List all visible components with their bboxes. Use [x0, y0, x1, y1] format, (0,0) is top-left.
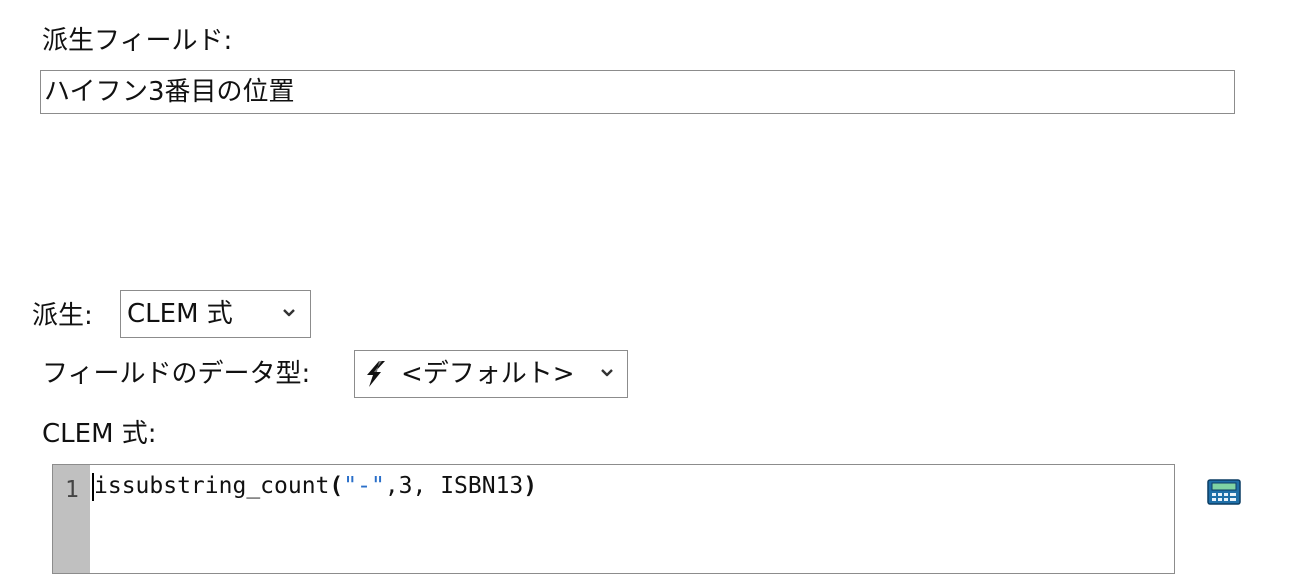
chevron-down-icon [601, 369, 613, 377]
derive-select[interactable]: CLEM 式 [120, 290, 311, 338]
calculator-icon [1207, 479, 1241, 505]
expression-code[interactable]: issubstring_count("-",3, ISBN13) [94, 471, 537, 501]
field-type-select-value: <デフォルト> [401, 359, 575, 389]
field-type-label: フィールドのデータ型: [42, 359, 311, 389]
code-close-paren: ) [523, 473, 538, 499]
code-string-literal: "-" [343, 473, 385, 499]
field-type-select[interactable]: <デフォルト> [354, 350, 628, 398]
derive-select-value: CLEM 式 [127, 299, 233, 329]
code-function: issubstring_count [94, 473, 330, 499]
expression-builder-button[interactable] [1207, 479, 1241, 505]
code-open-paren: ( [329, 473, 344, 499]
chevron-down-icon [283, 309, 295, 317]
expression-label: CLEM 式: [42, 419, 157, 449]
derived-field-label: 派生フィールド: [42, 26, 233, 56]
line-number: 1 [65, 477, 79, 503]
line-number-gutter: 1 [53, 465, 90, 573]
code-args: ,3, ISBN13 [384, 473, 524, 499]
lightning-icon [367, 361, 385, 387]
derive-label: 派生: [32, 301, 93, 331]
derived-field-input[interactable]: ハイフン3番目の位置 [40, 70, 1235, 114]
